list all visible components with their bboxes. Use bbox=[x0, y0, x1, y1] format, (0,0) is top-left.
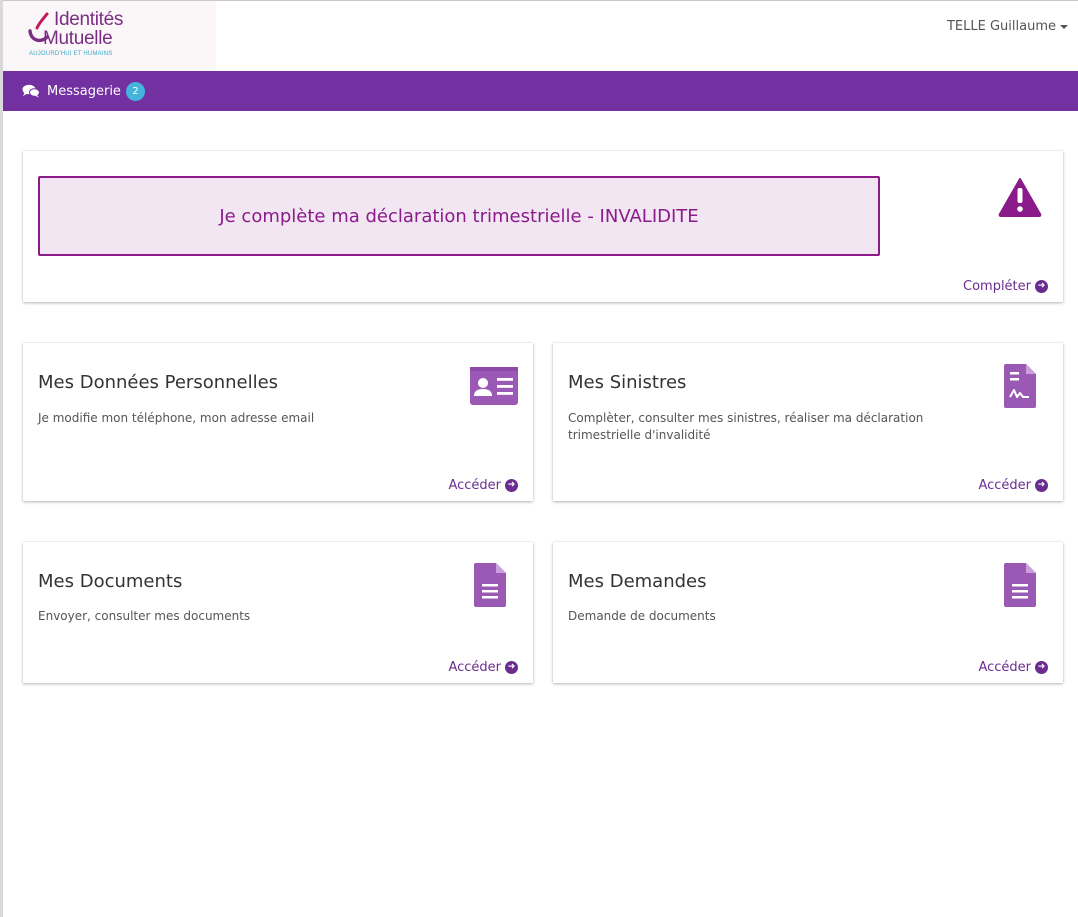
messagerie-label: Messagerie bbox=[47, 83, 121, 99]
user-menu[interactable]: TELLE Guillaume bbox=[947, 19, 1068, 34]
navbar: Messagerie 2 bbox=[3, 71, 1078, 111]
completer-link[interactable]: Compléter ➜ bbox=[963, 279, 1048, 294]
logo-line2: Mutuelle bbox=[43, 28, 113, 49]
tile-documents: Mes Documents Envoyer, consulter mes doc… bbox=[23, 542, 533, 683]
acceder-label: Accéder bbox=[978, 478, 1031, 493]
id-card-icon bbox=[470, 367, 518, 405]
file-signature-icon bbox=[1004, 364, 1036, 408]
header: Identités Mutuelle AUJOURD'HUI ET HUMAIN… bbox=[3, 1, 1078, 71]
arrow-circle-right-icon: ➜ bbox=[1035, 479, 1048, 492]
tile-description: Complèter, consulter mes sinistres, réal… bbox=[568, 411, 924, 442]
declaration-alert-card: Je complète ma déclaration trimestrielle… bbox=[23, 151, 1063, 302]
warning-triangle-icon bbox=[998, 178, 1042, 217]
nav-item-messagerie[interactable]: Messagerie 2 bbox=[22, 71, 145, 111]
declaration-alert-box[interactable]: Je complète ma déclaration trimestrielle… bbox=[38, 176, 880, 256]
acceder-label: Accéder bbox=[448, 660, 501, 675]
user-name: TELLE Guillaume bbox=[946, 19, 1056, 34]
arrow-circle-right-icon: ➜ bbox=[505, 479, 518, 492]
file-text-icon bbox=[1004, 563, 1036, 607]
arrow-circle-right-icon: ➜ bbox=[1035, 280, 1048, 293]
tile-description: Demande de documents bbox=[568, 609, 716, 623]
declaration-alert-text: Je complète ma déclaration trimestrielle… bbox=[219, 205, 699, 227]
acceder-link[interactable]: Accéder ➜ bbox=[978, 660, 1048, 675]
logo-tagline: AUJOURD'HUI ET HUMAINS bbox=[29, 51, 113, 57]
tile-title: Mes Sinistres bbox=[568, 372, 687, 393]
messagerie-count-badge: 2 bbox=[125, 81, 145, 101]
comments-icon bbox=[22, 84, 40, 98]
tile-description: Envoyer, consulter mes documents bbox=[38, 609, 251, 623]
completer-label: Compléter bbox=[963, 279, 1031, 294]
left-border bbox=[0, 0, 3, 917]
file-text-icon bbox=[474, 563, 506, 607]
tile-donnees-personnelles: Mes Données Personnelles Je modifie mon … bbox=[23, 343, 533, 501]
tile-demandes: Mes Demandes Demande de documents Accéde… bbox=[553, 542, 1063, 683]
acceder-label: Accéder bbox=[978, 660, 1031, 675]
acceder-link[interactable]: Accéder ➜ bbox=[978, 478, 1048, 493]
logo[interactable]: Identités Mutuelle AUJOURD'HUI ET HUMAIN… bbox=[3, 1, 216, 71]
acceder-label: Accéder bbox=[448, 478, 501, 493]
tile-title: Mes Données Personnelles bbox=[38, 372, 279, 393]
tile-sinistres: Mes Sinistres Complèter, consulter mes s… bbox=[553, 343, 1063, 501]
caret-down-icon bbox=[1060, 24, 1068, 29]
arrow-circle-right-icon: ➜ bbox=[1035, 661, 1048, 674]
tile-description: Je modifie mon téléphone, mon adresse em… bbox=[38, 411, 315, 425]
tile-title: Mes Demandes bbox=[568, 571, 707, 592]
acceder-link[interactable]: Accéder ➜ bbox=[448, 478, 518, 493]
arrow-circle-right-icon: ➜ bbox=[505, 661, 518, 674]
acceder-link[interactable]: Accéder ➜ bbox=[448, 660, 518, 675]
tile-title: Mes Documents bbox=[38, 571, 183, 592]
